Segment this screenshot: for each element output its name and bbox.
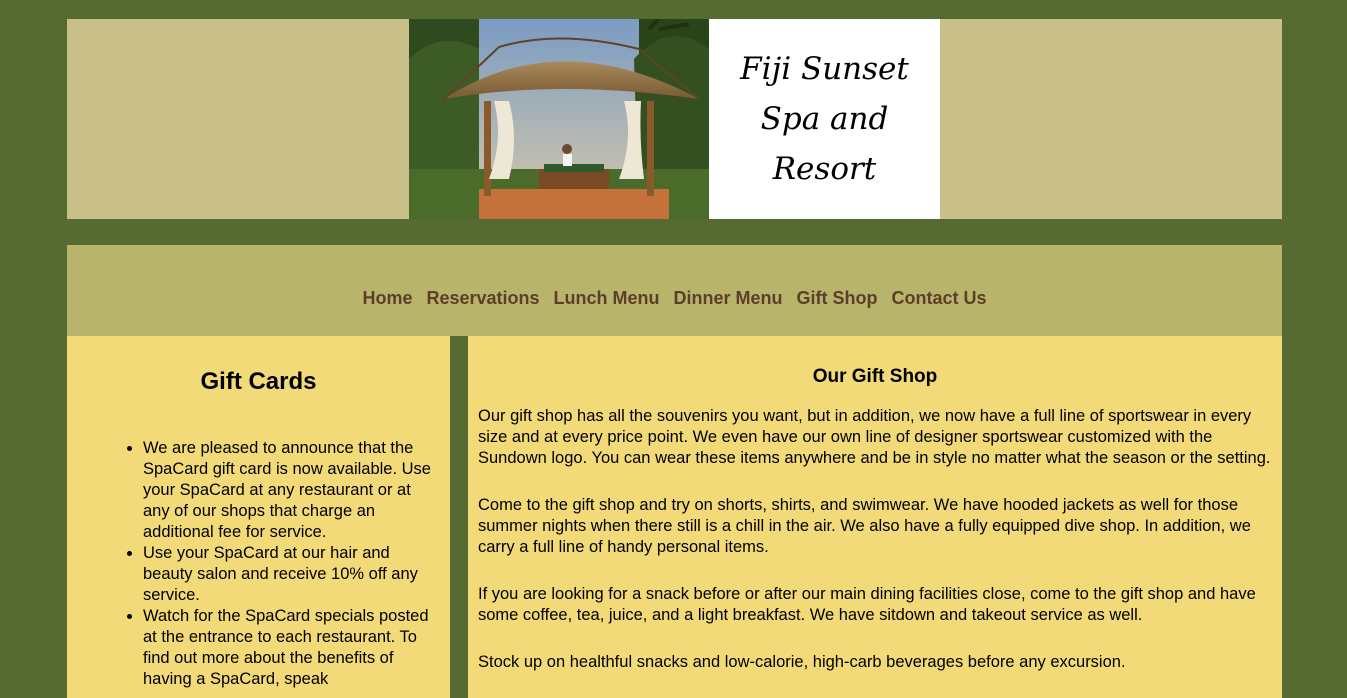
main-content: Our Gift Shop Our gift shop has all the …	[468, 336, 1282, 698]
nav-reservations[interactable]: Reservations	[426, 288, 539, 309]
page-wrapper: Fiji Sunset Spa and Resort Home Reservat…	[67, 19, 1282, 698]
nav-dinner-menu[interactable]: Dinner Menu	[674, 288, 783, 309]
list-item: Watch for the SpaCard specials posted at…	[143, 606, 438, 690]
sidebar: Gift Cards We are pleased to announce th…	[67, 336, 450, 698]
spa-hut-photo	[409, 19, 709, 219]
paragraph: Our gift shop has all the souvenirs you …	[478, 407, 1271, 467]
paragraph: Stock up on healthful snacks and low-cal…	[478, 653, 1126, 671]
column-divider	[450, 336, 468, 698]
nav-gift-shop[interactable]: Gift Shop	[797, 288, 878, 309]
main-nav: Home Reservations Lunch Menu Dinner Menu…	[67, 245, 1282, 336]
banner: Fiji Sunset Spa and Resort	[409, 19, 940, 219]
logo-line-2: Spa and Resort	[760, 101, 889, 187]
page-title: Our Gift Shop	[812, 366, 938, 387]
header: Fiji Sunset Spa and Resort	[67, 19, 1282, 219]
list-item: Use your SpaCard at our hair and beauty …	[143, 543, 438, 606]
nav-lunch-menu[interactable]: Lunch Menu	[554, 288, 660, 309]
paragraph: If you are looking for a snack before or…	[478, 585, 1256, 624]
sidebar-title: Gift Cards	[200, 368, 317, 395]
nav-home[interactable]: Home	[362, 288, 412, 309]
gift-card-list: We are pleased to announce that the SpaC…	[67, 438, 450, 690]
resort-logo: Fiji Sunset Spa and Resort	[709, 19, 940, 219]
logo-line-1: Fiji Sunset	[740, 51, 909, 87]
list-item: We are pleased to announce that the SpaC…	[143, 438, 438, 543]
content-area: Gift Cards We are pleased to announce th…	[67, 336, 1282, 698]
nav-contact-us[interactable]: Contact Us	[892, 288, 987, 309]
paragraph: Come to the gift shop and try on shorts,…	[478, 496, 1251, 556]
